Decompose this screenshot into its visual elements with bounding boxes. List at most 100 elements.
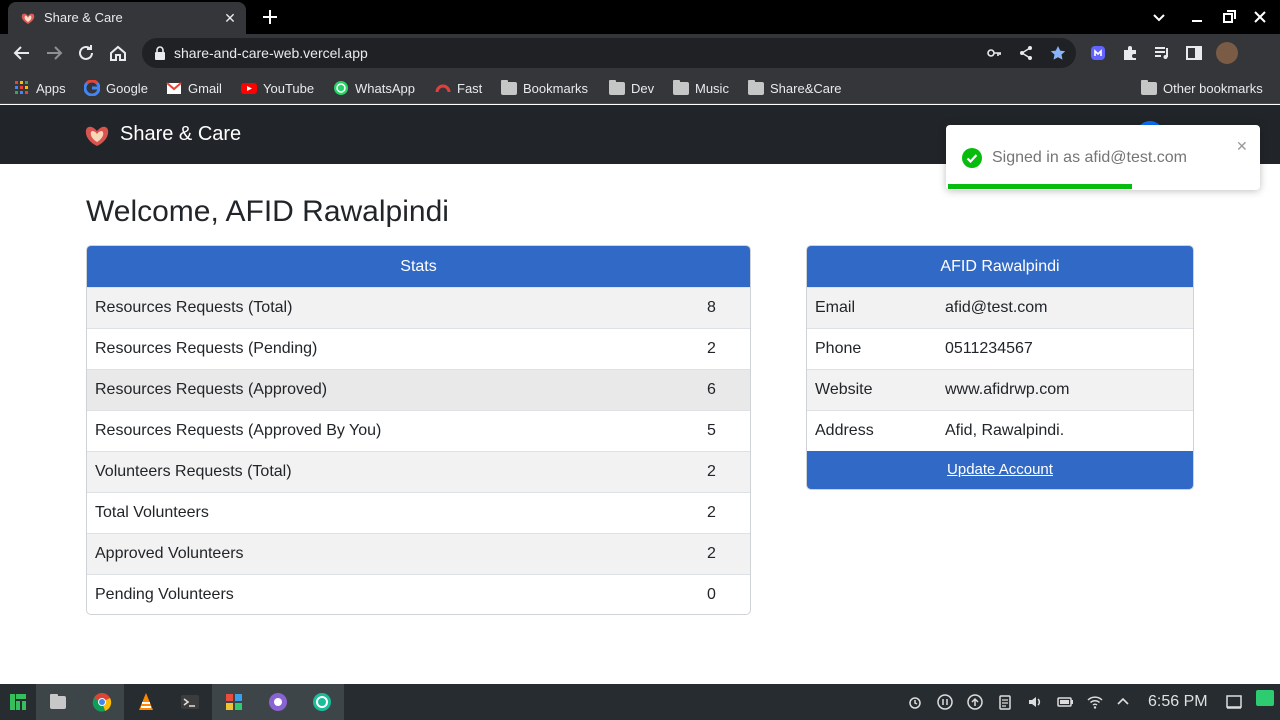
show-desktop-icon[interactable] xyxy=(1226,694,1242,710)
close-window-icon[interactable] xyxy=(1250,7,1270,27)
tab-title: Share & Care xyxy=(44,10,123,25)
bookmark-google[interactable]: Google xyxy=(84,79,148,97)
share-icon[interactable] xyxy=(1018,45,1034,61)
stats-header: Stats xyxy=(87,246,750,287)
profile-avatar[interactable] xyxy=(1216,42,1238,64)
bookmark-folder-dev[interactable]: Dev xyxy=(609,79,654,97)
update-account-link[interactable]: Update Account xyxy=(947,461,1053,478)
extensions-puzzle-icon[interactable] xyxy=(1121,44,1139,62)
folder-icon xyxy=(748,80,764,95)
profile-label: Phone xyxy=(815,340,862,357)
bookmark-label: YouTube xyxy=(263,80,315,96)
volume-icon[interactable] xyxy=(1027,694,1043,710)
bookmark-label: Bookmarks xyxy=(523,80,589,96)
browser-toolbar: share-and-care-web.vercel.app xyxy=(0,34,1280,72)
wifi-icon[interactable] xyxy=(1087,694,1103,710)
restore-icon[interactable] xyxy=(1219,7,1239,27)
bookmark-gmail[interactable]: Gmail xyxy=(166,79,222,97)
media-queue-icon[interactable] xyxy=(1153,44,1171,62)
bookmark-label: Gmail xyxy=(188,80,222,96)
bookmark-label: Share&Care xyxy=(770,80,842,96)
bookmark-star-icon[interactable] xyxy=(1050,45,1066,61)
signin-toast: Signed in as afid@test.com ✕ xyxy=(946,125,1260,190)
clock[interactable]: 6:56 PM xyxy=(1148,693,1208,711)
clipboard-icon[interactable] xyxy=(997,694,1013,710)
browser-tab[interactable]: Share & Care ✕ xyxy=(8,2,246,34)
mastodon-extension-icon[interactable] xyxy=(1089,44,1107,62)
bookmark-label: Fast xyxy=(457,80,483,96)
tray-expand-chevron-icon[interactable] xyxy=(1115,694,1131,710)
forward-arrow-icon[interactable] xyxy=(43,42,65,64)
profile-label: Address xyxy=(815,422,874,439)
bookmark-youtube[interactable]: YouTube xyxy=(241,79,314,97)
stats-row: Volunteers Requests (Total) 2 xyxy=(87,451,750,492)
reload-icon[interactable] xyxy=(75,42,97,64)
bookmark-folder-sharecare[interactable]: Share&Care xyxy=(748,79,842,97)
vlc-cone-icon xyxy=(139,693,153,710)
tab-close-icon[interactable]: ✕ xyxy=(220,8,240,28)
app-grid-icon xyxy=(226,694,242,710)
bookmark-folder-bookmarks[interactable]: Bookmarks xyxy=(501,79,588,97)
stats-row: Total Volunteers 2 xyxy=(87,492,750,533)
profile-value: 0511234567 xyxy=(945,340,1033,357)
taskbar-app[interactable] xyxy=(300,684,344,720)
speed-gauge-icon xyxy=(435,84,451,93)
profile-value: afid@test.com xyxy=(945,299,1048,316)
manjaro-menu-icon[interactable] xyxy=(8,692,28,712)
chrome-icon xyxy=(92,693,112,712)
os-taskbar: 6:56 PM xyxy=(0,684,1280,720)
other-bookmarks[interactable]: Other bookmarks xyxy=(1141,79,1263,97)
bookmark-label: Dev xyxy=(631,80,655,96)
app-circle-icon xyxy=(313,693,331,711)
share-care-logo-icon[interactable] xyxy=(83,121,111,149)
stats-label: Volunteers Requests (Total) xyxy=(95,463,292,480)
stats-value: 2 xyxy=(707,504,716,521)
google-icon xyxy=(84,80,100,96)
bookmark-folder-music[interactable]: Music xyxy=(673,79,729,97)
battery-icon[interactable] xyxy=(1057,694,1073,710)
bookmark-label: Music xyxy=(695,80,729,96)
update-icon[interactable] xyxy=(967,694,983,710)
stats-row: Resources Requests (Approved) 6 xyxy=(87,369,750,410)
taskbar-vlc[interactable] xyxy=(124,684,168,720)
profile-card: AFID Rawalpindi Email afid@test.com Phone… xyxy=(806,245,1194,490)
bookmark-fast[interactable]: Fast xyxy=(435,79,482,97)
stats-row: Resources Requests (Total) 8 xyxy=(87,287,750,328)
folder-icon xyxy=(501,80,517,95)
stats-row: Resources Requests (Approved By You) 5 xyxy=(87,410,750,451)
stats-card: Stats Resources Requests (Total) 8 Resour… xyxy=(86,245,751,615)
toast-progress-bar xyxy=(948,184,1132,189)
page-title: Welcome, AFID Rawalpindi xyxy=(86,195,449,228)
bookmark-apps[interactable]: Apps xyxy=(14,79,66,97)
bookmark-whatsapp[interactable]: WhatsApp xyxy=(333,79,415,97)
stats-row: Approved Volunteers 2 xyxy=(87,533,750,574)
lock-icon[interactable] xyxy=(154,46,166,60)
browser-tab-strip: Share & Care ✕ xyxy=(0,0,1280,34)
minimize-icon[interactable] xyxy=(1187,7,1207,27)
brand-name[interactable]: Share & Care xyxy=(120,123,241,146)
alarm-icon[interactable] xyxy=(907,694,923,710)
notification-badge[interactable] xyxy=(1256,690,1274,706)
home-icon[interactable] xyxy=(107,42,129,64)
bookmark-label: Apps xyxy=(36,80,66,96)
address-bar[interactable]: share-and-care-web.vercel.app xyxy=(142,38,1076,68)
taskbar-github[interactable] xyxy=(256,684,300,720)
key-icon[interactable] xyxy=(986,45,1002,61)
pause-icon[interactable] xyxy=(937,694,953,710)
stats-row: Resources Requests (Pending) 2 xyxy=(87,328,750,369)
back-arrow-icon[interactable] xyxy=(11,42,33,64)
taskbar-files[interactable] xyxy=(36,684,80,720)
taskbar-terminal[interactable] xyxy=(168,684,212,720)
check-circle-icon xyxy=(962,148,982,168)
new-tab-icon[interactable] xyxy=(258,5,282,29)
taskbar-chrome[interactable] xyxy=(80,684,124,720)
stats-value: 2 xyxy=(707,463,716,480)
bookmarks-bar: Apps Google Gmail YouTube WhatsApp Fast … xyxy=(0,72,1280,104)
apps-grid-icon xyxy=(15,81,28,94)
profile-value: www.afidrwp.com xyxy=(945,381,1070,398)
stats-value: 5 xyxy=(707,422,716,439)
side-panel-icon[interactable] xyxy=(1185,44,1203,62)
tab-search-chevron-icon[interactable] xyxy=(1149,7,1169,27)
taskbar-app-grid[interactable] xyxy=(212,684,256,720)
toast-close-icon[interactable]: ✕ xyxy=(1236,138,1248,155)
